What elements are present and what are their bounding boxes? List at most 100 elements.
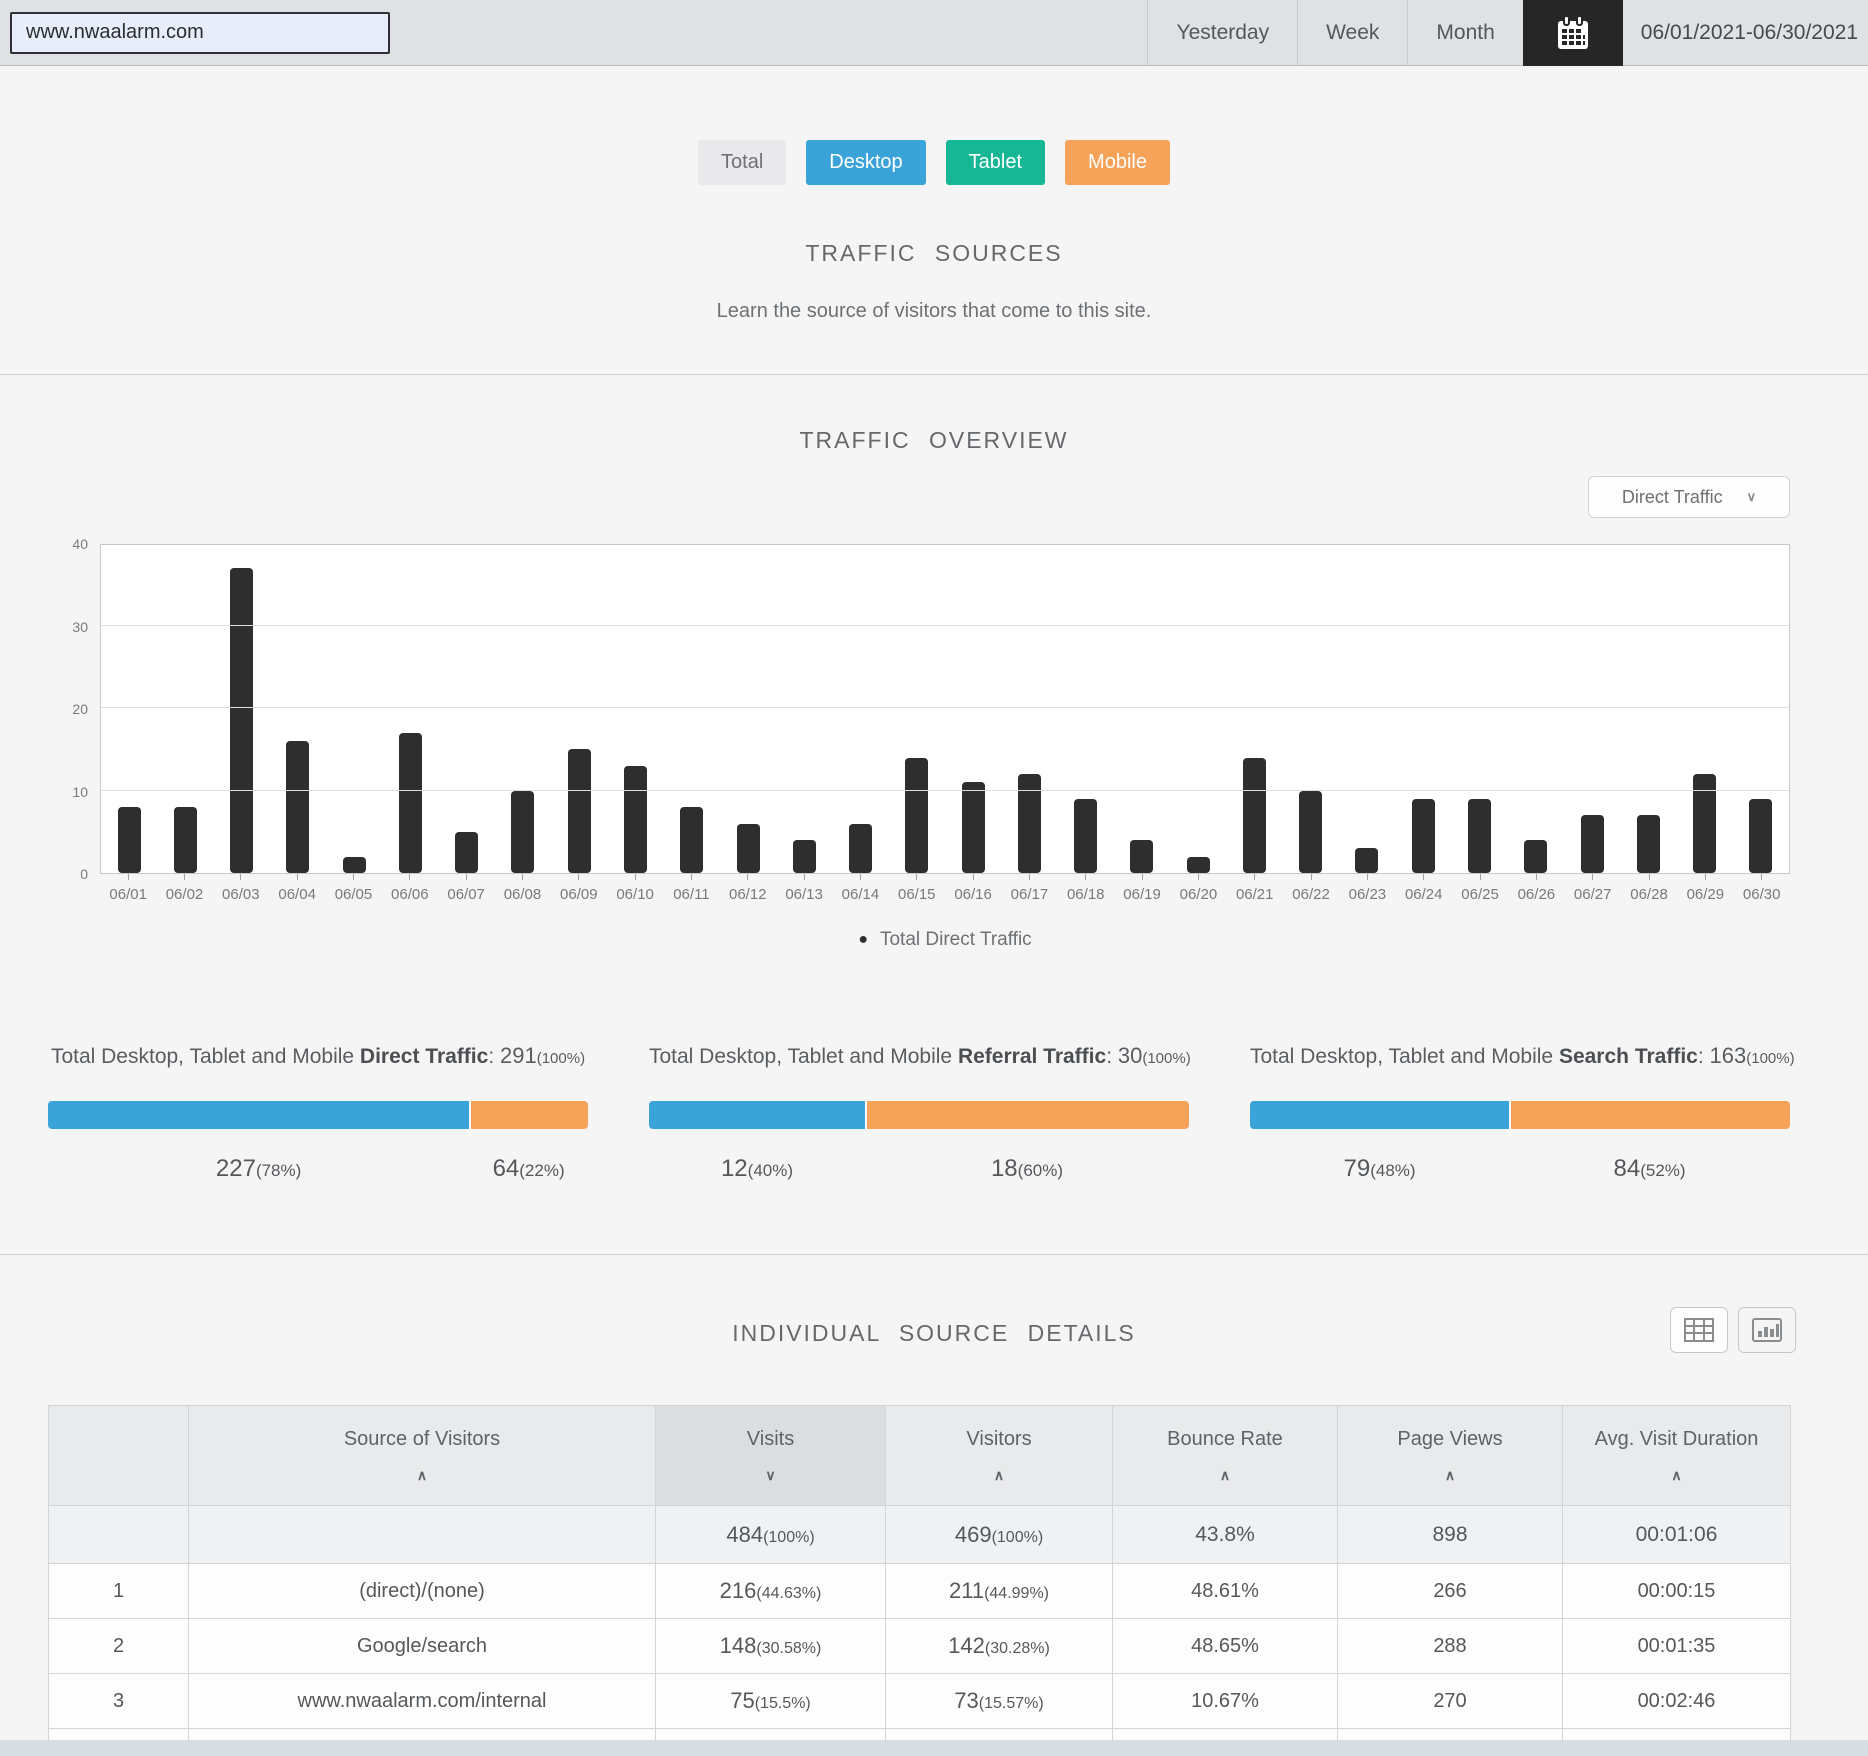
chart-bar[interactable] [1242, 757, 1266, 873]
chart-bar[interactable] [398, 732, 422, 873]
chart-bar[interactable] [1074, 798, 1098, 873]
yesterday-button[interactable]: Yesterday [1147, 0, 1297, 66]
x-axis-tick [859, 874, 861, 880]
traffic-summaries: Total Desktop, Tablet and Mobile Direct … [48, 1043, 1795, 1183]
desktop-share-segment [48, 1101, 470, 1129]
chart-bar[interactable] [1355, 848, 1379, 873]
column-header-source-of-visitors[interactable]: Source of Visitors ∧ [188, 1405, 656, 1506]
cell-avg-duration: 00:01:35 [1562, 1618, 1791, 1674]
chart-bar[interactable] [1749, 798, 1773, 873]
chart-bar[interactable] [1186, 856, 1210, 873]
cell-visitors: 211(44.99%) [885, 1563, 1113, 1619]
chart-bar[interactable] [1636, 815, 1660, 873]
chart-bar[interactable] [455, 831, 479, 873]
chart-bar[interactable] [1580, 815, 1604, 873]
gridline [101, 707, 1789, 708]
chart-bar[interactable] [173, 807, 197, 873]
chart-bar[interactable] [1130, 840, 1154, 873]
month-button[interactable]: Month [1407, 0, 1522, 66]
column-header-bounce-rate[interactable]: Bounce Rate ∧ [1112, 1405, 1338, 1506]
chart-bar[interactable] [736, 823, 760, 873]
chart-bar[interactable] [849, 823, 873, 873]
chart-x-axis: 06/01 06/02 06/03 06/04 06/05 06/06 06/07 06/08… [100, 874, 1790, 903]
chart-bar[interactable] [961, 782, 985, 873]
filter-total-button[interactable]: Total [698, 140, 787, 185]
chart-bar[interactable] [905, 757, 929, 873]
traffic-type-dropdown[interactable]: Direct Traffic ∨ [1588, 476, 1790, 518]
table-view-icon [1684, 1318, 1714, 1342]
cell-bounce-rate: 48.65% [1112, 1618, 1338, 1674]
x-axis-tick-label: 06/16 [954, 886, 992, 903]
filter-tablet-button[interactable]: Tablet [945, 140, 1046, 185]
y-axis-tick-label: 10 [72, 783, 88, 800]
chart-bar[interactable] [511, 790, 535, 873]
right-share-label: 64(22%) [492, 1155, 565, 1182]
x-axis-tick-label: 06/27 [1573, 886, 1612, 903]
cell-bounce-rate: 10.67% [1112, 1673, 1338, 1729]
chart-bar[interactable] [680, 807, 704, 873]
chart-bar[interactable] [1411, 798, 1435, 873]
summary-stacked-bar [1249, 1101, 1790, 1129]
x-axis-tick [690, 874, 692, 880]
chart-view-button[interactable] [1738, 1307, 1796, 1353]
chart-bar[interactable] [342, 856, 366, 873]
chart-bar[interactable] [230, 567, 254, 873]
filter-mobile-button[interactable]: Mobile [1065, 140, 1170, 185]
x-axis-tick [352, 874, 354, 880]
x-axis-tick-label: 06/21 [1235, 886, 1274, 903]
column-header-avg-visit-duration[interactable]: Avg. Visit Duration ∧ [1562, 1405, 1791, 1506]
x-axis-tick [1085, 874, 1087, 880]
chart-bar[interactable] [117, 807, 141, 873]
chart-bar[interactable] [567, 749, 591, 873]
x-axis-tick-label: 06/28 [1630, 886, 1668, 903]
x-axis-tick-label: 06/17 [1010, 886, 1049, 903]
table-view-button[interactable] [1670, 1307, 1728, 1353]
x-axis-tick [1479, 874, 1481, 880]
x-axis-tick-label: 06/03 [222, 886, 260, 903]
cell-visits: 148(30.58%) [655, 1618, 886, 1674]
cell-page-views: 266 [1337, 1563, 1563, 1619]
summary-direct-traffic: Total Desktop, Tablet and Mobile Direct … [48, 1043, 589, 1183]
sort-asc-icon: ∧ [416, 1467, 428, 1483]
chart-bar[interactable] [1468, 798, 1491, 873]
x-axis-tick [1535, 874, 1537, 880]
x-axis-tick [1197, 874, 1199, 880]
column-header-visits[interactable]: Visits ∨ [655, 1405, 886, 1506]
filter-desktop-button[interactable]: Desktop [806, 140, 926, 185]
sort-asc-icon: ∧ [1671, 1467, 1682, 1483]
horizontal-scrollbar[interactable] [0, 1740, 1868, 1756]
y-axis-tick-label: 30 [72, 618, 88, 635]
chart-bar[interactable] [286, 741, 310, 873]
chart-legend: ● Total Direct Traffic [100, 929, 1790, 951]
calendar-button[interactable] [1522, 0, 1623, 66]
x-axis-tick-label: 06/02 [165, 886, 204, 903]
x-axis-tick [803, 874, 805, 880]
x-axis-tick-label: 06/07 [447, 886, 485, 903]
left-share-label: 227(78%) [215, 1155, 302, 1182]
week-button[interactable]: Week [1297, 0, 1407, 66]
summary-title: Total Desktop, Tablet and Mobile Search … [1249, 1043, 1795, 1068]
chart-bar[interactable] [792, 840, 816, 873]
x-axis-tick-label: 06/05 [334, 886, 373, 903]
cell-source: Google/search [188, 1618, 656, 1674]
x-axis-tick-label: 06/11 [673, 886, 710, 903]
x-axis-tick [972, 874, 974, 880]
chart-bar[interactable] [1299, 790, 1323, 873]
sort-asc-icon: ∧ [993, 1467, 1005, 1483]
table-row: 1 (direct)/(none) 216(44.63%) 211(44.99%) 48… [48, 1563, 1791, 1619]
x-axis-tick-label: 06/10 [616, 886, 654, 903]
cell-visits: 75(15.5%) [655, 1673, 886, 1729]
x-axis-tick [296, 874, 298, 880]
bar-chart-view-icon [1752, 1318, 1782, 1342]
chart-bar[interactable] [624, 765, 648, 873]
sort-desc-icon: ∨ [765, 1467, 776, 1483]
x-axis-tick [1028, 874, 1030, 880]
chart-y-axis: 0 10 20 30 40 [54, 536, 94, 882]
cell-source [188, 1505, 656, 1564]
x-axis-tick [521, 874, 523, 880]
chart-bar[interactable] [1524, 840, 1548, 873]
url-input[interactable] [10, 11, 390, 54]
x-axis-tick [127, 874, 129, 880]
column-header-visitors[interactable]: Visitors ∧ [885, 1405, 1113, 1506]
column-header-page-views[interactable]: Page Views ∧ [1337, 1405, 1563, 1506]
